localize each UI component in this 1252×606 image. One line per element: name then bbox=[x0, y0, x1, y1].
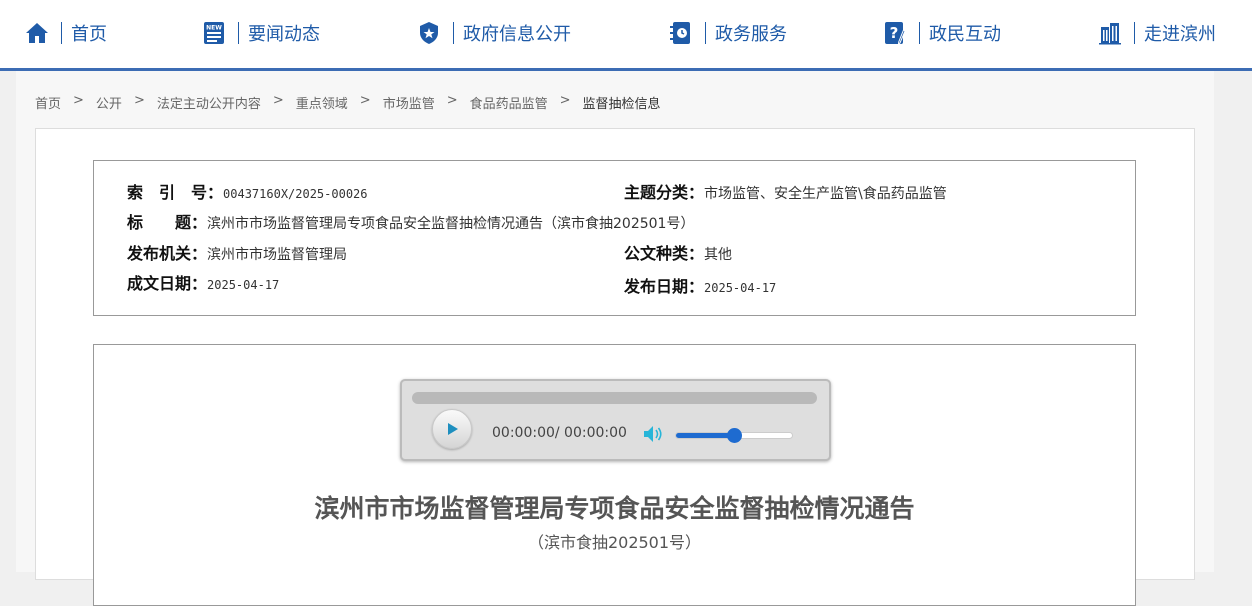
meta-title-value: 滨州市市场监督管理局专项食品安全监督抽检情况通告（滨市食抽202501号） bbox=[207, 216, 695, 232]
breadcrumb-link[interactable]: 公开 bbox=[96, 93, 122, 112]
volume-slider[interactable] bbox=[675, 428, 793, 443]
article-doc-number: （滨市食抽202501号） bbox=[527, 533, 702, 552]
meta-published-value: 2025-04-17 bbox=[704, 281, 777, 295]
breadcrumb-link[interactable]: 市场监管 bbox=[383, 93, 435, 112]
news-icon: NEW bbox=[201, 20, 227, 46]
nav-label: 政府信息公开 bbox=[463, 24, 571, 45]
breadcrumb-separator: > bbox=[359, 93, 371, 108]
nav-label: 政民互动 bbox=[929, 24, 1001, 45]
nav-separator bbox=[453, 22, 454, 44]
meta-published-row: 发布日期： 2025-04-17 bbox=[624, 273, 776, 297]
badge-icon bbox=[416, 20, 442, 46]
article-title: 滨州市市场监督管理局专项食品安全监督抽检情况通告 bbox=[314, 494, 915, 523]
nav-separator bbox=[705, 22, 706, 44]
volume-icon bbox=[644, 426, 662, 442]
meta-label: 公文种类： bbox=[624, 244, 705, 263]
nav-separator bbox=[238, 22, 239, 44]
breadcrumb-link[interactable]: 首页 bbox=[35, 93, 61, 112]
meta-title-row: 标 题： 滨州市市场监督管理局专项食品安全监督抽检情况通告（滨市食抽202501… bbox=[127, 209, 694, 233]
meta-label: 标 题： bbox=[127, 213, 208, 232]
breadcrumb: 首页 > 公开 > 法定主动公开内容 > 重点领域 > 市场监管 > 食品药品监… bbox=[35, 93, 661, 112]
volume-level bbox=[676, 433, 734, 438]
main-area: 首页 > 公开 > 法定主动公开内容 > 重点领域 > 市场监管 > 食品药品监… bbox=[16, 71, 1214, 606]
nav-item-gov-info[interactable]: 政府信息公开 bbox=[416, 18, 571, 48]
qa-icon: ? bbox=[882, 20, 908, 46]
article-panel: 00:00:00/ 00:00:00 滨州市市场监督管理局专项食品安全监督抽检情… bbox=[93, 344, 1136, 606]
play-button[interactable] bbox=[432, 409, 472, 449]
home-icon bbox=[24, 20, 50, 46]
top-navigation: 首页 NEW 要闻动态 政府信息公开 政务服务 ? 政民互动 走进滨州 bbox=[0, 0, 1252, 71]
meta-label: 发布机关： bbox=[127, 244, 208, 263]
breadcrumb-separator: > bbox=[73, 93, 84, 108]
breadcrumb-link[interactable]: 重点领域 bbox=[296, 93, 348, 112]
breadcrumb-separator: > bbox=[272, 93, 284, 108]
building-icon bbox=[1097, 20, 1123, 46]
breadcrumb-separator: > bbox=[446, 93, 458, 108]
meta-doctype-value: 其他 bbox=[704, 247, 733, 263]
volume-button[interactable] bbox=[643, 425, 665, 443]
meta-written-row: 成文日期： 2025-04-17 bbox=[127, 270, 279, 294]
meta-label: 索 引 号： bbox=[127, 183, 224, 202]
nav-separator bbox=[61, 22, 62, 44]
breadcrumb-separator: > bbox=[559, 93, 571, 108]
meta-label: 主题分类： bbox=[624, 183, 705, 202]
audio-player: 00:00:00/ 00:00:00 bbox=[400, 379, 831, 461]
breadcrumb-current[interactable]: 监督抽检信息 bbox=[583, 93, 661, 112]
breadcrumb-separator: > bbox=[133, 93, 145, 108]
meta-label: 发布日期： bbox=[624, 277, 705, 296]
meta-index-row: 索 引 号： 00437160X/2025-00026 bbox=[127, 179, 368, 203]
meta-written-value: 2025-04-17 bbox=[207, 278, 280, 292]
nav-item-services[interactable]: 政务服务 bbox=[668, 18, 787, 48]
meta-doctype-row: 公文种类： 其他 bbox=[624, 240, 732, 264]
meta-label: 成文日期： bbox=[127, 274, 208, 293]
breadcrumb-link[interactable]: 食品药品监管 bbox=[470, 93, 548, 112]
meta-index-value: 00437160X/2025-00026 bbox=[223, 187, 368, 201]
meta-topic-value: 市场监管、安全生产监管\食品药品监管 bbox=[704, 186, 947, 202]
meta-issuer-row: 发布机关： 滨州市市场监督管理局 bbox=[127, 240, 347, 264]
volume-handle[interactable] bbox=[727, 428, 742, 443]
nav-separator bbox=[919, 22, 920, 44]
play-icon bbox=[448, 423, 458, 435]
nav-label: 政务服务 bbox=[715, 24, 787, 45]
service-icon bbox=[668, 20, 694, 46]
meta-topic-row: 主题分类： 市场监管、安全生产监管\食品药品监管 bbox=[624, 179, 947, 203]
nav-label: 要闻动态 bbox=[248, 24, 320, 45]
audio-progress-bar[interactable] bbox=[412, 392, 817, 404]
nav-item-about[interactable]: 走进滨州 bbox=[1097, 18, 1216, 48]
document-metadata: 索 引 号： 00437160X/2025-00026 主题分类： 市场监管、安… bbox=[93, 160, 1136, 316]
nav-label: 走进滨州 bbox=[1144, 24, 1216, 45]
svg-text:NEW: NEW bbox=[206, 25, 222, 32]
nav-item-home[interactable]: 首页 bbox=[24, 18, 107, 48]
meta-issuer-value: 滨州市市场监督管理局 bbox=[207, 247, 348, 263]
content-panel: 索 引 号： 00437160X/2025-00026 主题分类： 市场监管、安… bbox=[35, 128, 1195, 606]
breadcrumb-link[interactable]: 法定主动公开内容 bbox=[157, 93, 261, 112]
nav-label: 首页 bbox=[71, 24, 107, 45]
audio-time: 00:00:00/ 00:00:00 bbox=[492, 425, 627, 441]
nav-item-news[interactable]: NEW 要闻动态 bbox=[201, 18, 320, 48]
svg-text:?: ? bbox=[890, 24, 899, 42]
nav-separator bbox=[1134, 22, 1135, 44]
nav-item-interaction[interactable]: ? 政民互动 bbox=[882, 18, 1001, 48]
